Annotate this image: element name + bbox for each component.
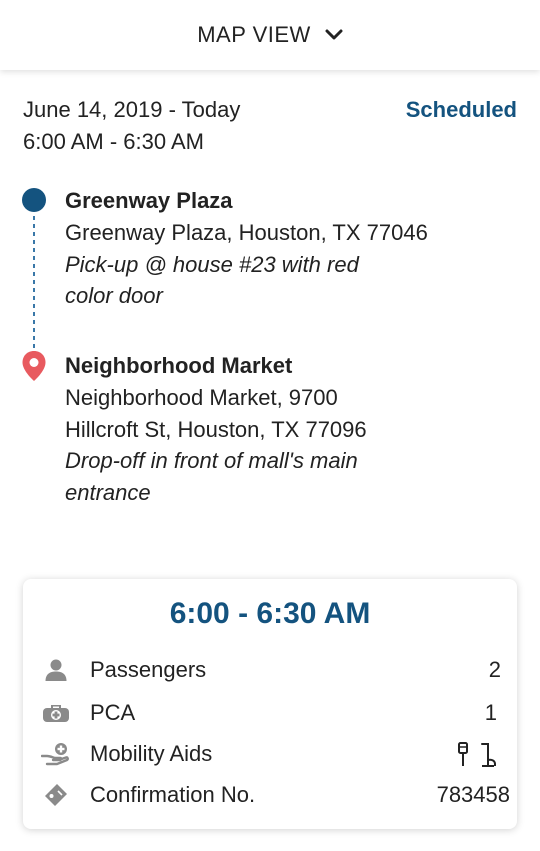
care-hand-icon [41, 741, 71, 767]
confirmation-value: 783458 [436, 782, 510, 807]
dropoff-stop: Neighborhood Market Neighborhood Market,… [65, 350, 485, 508]
ticket-icon [41, 782, 71, 808]
status-badge: Scheduled [405, 97, 517, 122]
summary-time-range: 6:00 - 6:30 AM [169, 597, 371, 630]
dropoff-address-line1: Neighborhood Market, 9700 [65, 385, 338, 410]
pca-label: PCA [90, 700, 136, 725]
pickup-stop: Greenway Plaza Greenway Plaza, Houston, … [65, 185, 485, 312]
passengers-label: Passengers [90, 657, 207, 682]
pickup-note-line1: Pick-up @ house #23 with red [65, 251, 359, 277]
dropoff-address-line2: Hillcroft St, Houston, TX 77096 [65, 416, 367, 442]
route-line [33, 216, 35, 348]
pickup-name: Greenway Plaza [65, 188, 233, 213]
person-icon [41, 657, 71, 683]
dropoff-note-line1: Drop-off in front of mall's main [65, 448, 358, 473]
trip-time: 6:00 AM - 6:30 AM [23, 129, 204, 154]
pickup-marker-icon [22, 188, 46, 212]
confirmation-label: Confirmation No. [90, 782, 256, 807]
medical-bag-icon [41, 700, 71, 726]
pca-row: PCA 1 [41, 698, 505, 728]
map-view-title: MAP VIEW [197, 22, 311, 47]
walker-icon [481, 743, 496, 767]
trip-datetime: June 14, 2019 - Today 6:00 AM - 6:30 AM … [23, 94, 517, 158]
chevron-down-icon[interactable] [325, 29, 343, 41]
pickup-address: Greenway Plaza, Houston, TX 77046 [65, 220, 428, 245]
confirmation-row: Confirmation No. 783458 [41, 780, 510, 810]
passengers-row: Passengers 2 [41, 655, 505, 685]
passengers-value: 2 [488, 657, 501, 682]
cane-icon [458, 742, 468, 766]
map-pin-icon [22, 351, 46, 381]
pickup-note-line2: color door [65, 283, 163, 308]
dropoff-name: Neighborhood Market [65, 353, 293, 378]
map-view-toggle[interactable]: MAP VIEW [0, 0, 540, 70]
dropoff-note-line2: entrance [65, 479, 151, 505]
mobility-aids-row: Mobility Aids [41, 739, 505, 769]
mobility-aids-label: Mobility Aids [90, 741, 213, 766]
trip-summary-card: 6:00 - 6:30 AM Passengers 2 PCA 1 Mobili… [23, 579, 517, 829]
mobility-aid-icons [457, 741, 499, 767]
pca-value: 1 [484, 700, 497, 725]
